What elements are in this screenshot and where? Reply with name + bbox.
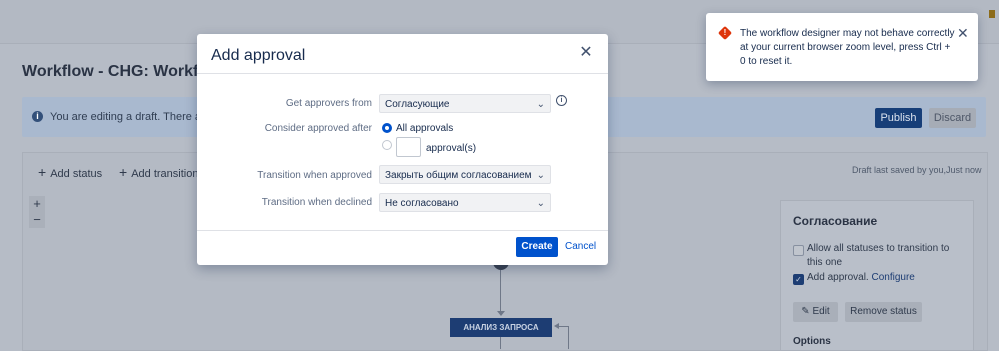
chevron-down-icon: ⌄ — [536, 99, 545, 110]
create-button[interactable]: Create — [516, 237, 558, 257]
transition-arrowhead — [497, 311, 505, 316]
draft-banner-text: You are editing a draft. There are u — [50, 111, 221, 123]
all-approvals-radio[interactable] — [382, 123, 392, 133]
approval-count-radio[interactable] — [382, 140, 392, 150]
get-approvers-value: Согласующие — [385, 99, 450, 110]
help-icon[interactable]: i — [556, 95, 567, 106]
add-status-button[interactable]: + Add status — [38, 164, 102, 180]
consider-approved-label: Consider approved after — [264, 123, 372, 134]
allow-all-label: Allow all statuses to transition to this… — [807, 243, 950, 268]
dialog-title: Add approval — [211, 47, 306, 64]
transition-declined-select[interactable]: Не согласовано ⌄ — [379, 193, 551, 212]
get-approvers-label: Get approvers from — [285, 98, 372, 109]
transition-line — [568, 326, 569, 349]
edit-status-button[interactable]: ✎ Edit — [793, 302, 838, 322]
toast-message: The workflow designer may not behave cor… — [740, 28, 955, 67]
transition-arrowhead — [554, 323, 559, 329]
discard-button[interactable]: Discard — [929, 108, 976, 128]
chevron-down-icon: ⌄ — [536, 170, 545, 181]
add-approval-row: Add approval. Configure — [807, 271, 915, 285]
draft-saved-note: Draft last saved by you,Just now — [852, 165, 982, 175]
zoom-warning-toast: ! The workflow designer may not behave c… — [706, 13, 978, 81]
add-transition-button[interactable]: + Add transition — [119, 164, 198, 180]
transition-approved-label: Transition when approved — [257, 170, 372, 181]
info-icon: i — [32, 111, 43, 122]
get-approvers-select[interactable]: Согласующие ⌄ — [379, 94, 551, 113]
add-status-label: Add status — [50, 168, 103, 180]
all-approvals-label: All approvals — [396, 123, 454, 134]
publish-button[interactable]: Publish — [875, 108, 922, 128]
cancel-button[interactable]: Cancel — [565, 237, 596, 257]
zoom-controls: + − — [29, 196, 45, 228]
transition-declined-value: Не согласовано — [385, 198, 459, 209]
divider — [197, 230, 608, 231]
add-approval-checkbox[interactable]: ✓ — [793, 274, 804, 285]
transition-line — [500, 337, 501, 349]
add-approval-label: Add approval. — [807, 272, 869, 283]
configure-link[interactable]: Configure — [872, 272, 915, 283]
plus-icon: + — [38, 164, 47, 180]
remove-status-button[interactable]: Remove status — [845, 302, 922, 322]
pencil-icon: ✎ — [801, 306, 810, 317]
allow-all-checkbox[interactable] — [793, 245, 804, 256]
error-icon: ! — [717, 25, 733, 41]
divider — [197, 73, 608, 74]
add-approval-dialog: Add approval ✕ Get approvers from Соглас… — [197, 34, 608, 265]
chevron-down-icon: ⌄ — [536, 198, 545, 209]
plus-icon: + — [119, 164, 128, 180]
zoom-in-button[interactable]: + — [29, 196, 45, 212]
approval-count-label: approval(s) — [426, 143, 477, 154]
edit-label: Edit — [812, 306, 830, 317]
transition-line — [500, 270, 501, 312]
status-node[interactable]: АНАЛИЗ ЗАПРОСА — [450, 318, 552, 337]
transition-declined-label: Transition when declined — [261, 197, 372, 208]
transition-approved-value: Закрыть общим согласованием — [385, 170, 532, 181]
notification-badge — [989, 10, 995, 18]
add-transition-label: Add transition — [131, 168, 199, 180]
close-icon[interactable]: ✕ — [957, 26, 969, 40]
panel-status-title: Согласование — [793, 214, 878, 228]
close-icon[interactable]: ✕ — [578, 45, 594, 61]
options-heading: Options — [793, 336, 831, 347]
transition-approved-select[interactable]: Закрыть общим согласованием ⌄ — [379, 165, 551, 184]
approval-count-input[interactable] — [396, 137, 421, 157]
zoom-out-button[interactable]: − — [29, 212, 45, 228]
